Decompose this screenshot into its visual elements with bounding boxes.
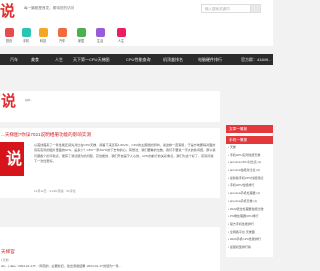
post-thumbnail[interactable]: 说 [0,91,16,115]
post-meta: 12月12日 · 3,218 阅读 · 51评论 [34,189,76,193]
search-button[interactable] [250,5,260,12]
site-tagline: 每一篇都是首发，期待您的访问 [24,6,75,10]
post-card[interactable]: 天梯官 1天前 sh(...) date: '2024-01-17T...' 网… [0,227,220,271]
life-icon [95,28,105,37]
category-phone[interactable]: 手机 [17,27,35,45]
nav-item-food[interactable]: 美食 [31,54,39,65]
widget-list-item[interactable]: • proxima手机处理器 (1) [226,190,273,198]
category-label: 家居 [77,39,85,43]
post-excerpt: 从首线程来了一条性能还领先对比在CPU天梯，接着下来还有1.8GHz，CPU的主… [34,143,216,163]
post-excerpt: 以5... [25,98,33,102]
category-life[interactable]: 生活 [91,27,109,45]
home-icon [4,28,14,37]
post-excerpt: sh(...) date: '2024-01-17T...' 网页的...主要新… [1,264,122,268]
category-person[interactable]: 人生 [112,27,130,45]
post-thumbnail[interactable]: 说 [0,142,24,176]
post-meta: 1天前 [1,258,9,262]
sidebar-widget-phones: 手机一情报 • 天梯 • 手机GPU实测性能天梯 • proxima CPU对比… [226,136,273,257]
category-label: 汽车 [58,39,66,43]
widget-list-item[interactable]: • 最强机型排行榜 [226,244,273,252]
nav-item-life[interactable]: 人生 [55,54,63,65]
widget-title: 手机一情报 [226,136,273,144]
site-logo[interactable]: 说 [0,0,17,22]
thumbnail-logo-mark: 说 [1,92,17,110]
category-car[interactable]: 汽车 [53,27,71,45]
post-card[interactable]: ...天梯图?你误7021说明相册功能的影响实测 说 从首线程来了一条性能还领先… [0,128,220,198]
nav-item-hardware-rank[interactable]: 电脑硬件排行 [198,54,222,65]
category-label: 生活 [96,39,104,43]
site-header: 说 每一篇都是首发，期待您的访问 输入搜索关键词 [0,0,273,26]
search-input[interactable]: 输入搜索关键词 [201,4,261,13]
widget-list-item[interactable]: • 天梯 [226,144,273,152]
nav-item-official-group[interactable]: 官方群：41849... [241,54,271,65]
thumbnail-logo-mark: 说 [5,149,22,168]
category-tech[interactable]: 科技 [34,27,52,45]
nav-item-cpu-ladder[interactable]: 天下第一CPU天梯图 [73,54,109,65]
widget-list-item[interactable]: • PC端处理器CPU排行 [226,213,273,221]
widget-list-item[interactable]: • 官方手机性能排行 [226,221,273,229]
car-icon [57,28,67,37]
widget-list-item[interactable]: • 手机GPU实测性能天梯 [226,152,273,160]
widget-list: • 天梯 • 手机GPU实测性能天梯 • proxima CPU对比表 (1) … [226,144,273,252]
widget-list-item[interactable]: • proxima手机天梯 (1) [226,198,273,206]
widget-list-item[interactable]: • 2024骁龙处理器性能比较 [226,206,273,214]
search-placeholder: 输入搜索关键词 [205,7,230,11]
nav-item-stb-rank[interactable]: 机顶盒排名 [163,54,183,65]
widget-list-item[interactable]: • 最新版手机CPU性能测试 [226,175,273,183]
tech-icon [38,28,48,37]
category-strip: 首页 手机 科技 汽车 家居 生活 人生 [0,26,273,46]
phone-icon [21,28,31,37]
category-label: 手机 [22,39,30,43]
widget-list-item[interactable]: • proxima CPU对比表 (1) [226,159,273,167]
category-label: 人生 [117,39,125,43]
category-home-living[interactable]: 家居 [72,27,90,45]
nav-item-cpu-query[interactable]: CPU性能查询 [126,54,150,65]
logo-mark: 说 [0,2,16,20]
nav-item-car[interactable]: 汽车 [10,54,18,65]
post-card[interactable]: 说 以5... [0,91,220,122]
widget-list-item[interactable]: • 全网各平台 天梯图 [226,229,273,237]
main-nav: 汽车 美食 人生 天下第一CPU天梯图 CPU性能查询 机顶盒排名 电脑硬件排行… [0,54,273,65]
post-title[interactable]: 天梯官 [1,249,15,255]
category-home[interactable]: 首页 [0,27,18,45]
widget-list-item[interactable]: • 手机GPU性能排行 [226,182,273,190]
category-label: 科技 [39,39,47,43]
category-label: 首页 [5,39,13,43]
widget-list-item[interactable]: • proxima性能对比表 (2) [226,167,273,175]
house-icon [76,28,86,37]
person-icon [116,28,126,37]
post-title[interactable]: ...天梯图?你误7021说明相册功能的影响实测 [1,132,91,138]
widget-title: 文章一情报 [226,125,273,133]
widget-list-item[interactable]: • 2024手机CPU性能排行 [226,236,273,244]
